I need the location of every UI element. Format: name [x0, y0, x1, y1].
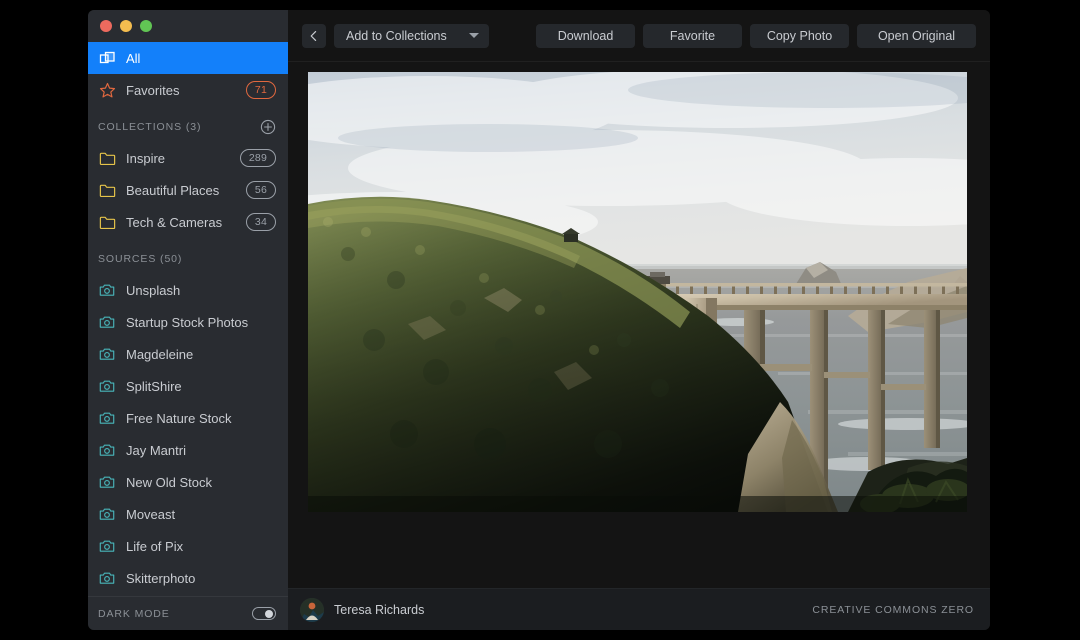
favorite-button[interactable]: Favorite [643, 23, 742, 48]
folder-icon [98, 181, 116, 199]
open-original-button[interactable]: Open Original [857, 23, 976, 48]
main-panel: Add to Collections Download Favorite Cop… [288, 10, 990, 630]
sidebar-item-label: Beautiful Places [126, 182, 220, 198]
sidebar-item-startup-stock-photos[interactable]: Startup Stock Photos [88, 306, 288, 338]
photo-stage [288, 62, 990, 588]
sidebar-item-label: Magdeleine [126, 346, 194, 362]
close-window-button[interactable] [100, 20, 112, 32]
sidebar-item-magdeleine[interactable]: Magdeleine [88, 338, 288, 370]
photo-viewer[interactable] [308, 72, 967, 512]
collections-section-header: COLLECTIONS (3) [88, 112, 288, 142]
sidebar-item-label: New Old Stock [126, 474, 212, 490]
camera-icon [98, 569, 116, 587]
sidebar-item-label: Life of Pix [126, 538, 184, 554]
toggle-knob [265, 609, 273, 618]
sidebar-item-free-nature-stock[interactable]: Free Nature Stock [88, 402, 288, 434]
sidebar-item-inspire[interactable]: Inspire 289 [88, 142, 288, 174]
download-button[interactable]: Download [536, 23, 635, 48]
toolbar: Add to Collections Download Favorite Cop… [288, 10, 990, 62]
sidebar-item-beautiful-places[interactable]: Beautiful Places 56 [88, 174, 288, 206]
star-icon [98, 81, 116, 99]
sidebar-item-label: Skitterphoto [126, 570, 196, 586]
camera-icon [98, 505, 116, 523]
camera-icon [98, 377, 116, 395]
sidebar-item-life-of-pix[interactable]: Life of Pix [88, 530, 288, 562]
sidebar-item-all[interactable]: All [88, 42, 288, 74]
photo-license-label: CREATIVE COMMONS ZERO [812, 603, 974, 616]
camera-icon [98, 345, 116, 363]
minimize-window-button[interactable] [120, 20, 132, 32]
sidebar-item-splitshire[interactable]: SplitShire [88, 370, 288, 402]
sidebar-item-tech-and-cameras[interactable]: Tech & Cameras 34 [88, 206, 288, 238]
camera-icon [98, 281, 116, 299]
folder-icon [98, 213, 116, 231]
camera-icon [98, 473, 116, 491]
folder-icon [98, 149, 116, 167]
camera-icon [98, 537, 116, 555]
collection-count-badge: 289 [239, 148, 276, 168]
dark-mode-footer: DARK MODE [88, 596, 288, 630]
sidebar-item-label: Startup Stock Photos [126, 314, 249, 330]
sidebar-item-label: Unsplash [126, 282, 181, 298]
sidebar-item-label: All [126, 50, 141, 66]
camera-icon [98, 409, 116, 427]
sidebar-item-label: Jay Mantri [126, 442, 186, 458]
dark-mode-label: DARK MODE [98, 607, 170, 620]
photo-author-name: Teresa Richards [334, 602, 425, 617]
sidebar-item-label: Free Nature Stock [126, 410, 232, 426]
collection-count-badge: 34 [245, 212, 276, 232]
sidebar-item-favorites[interactable]: Favorites 71 [88, 74, 288, 106]
back-button[interactable] [302, 23, 326, 48]
coastal-bridge-photograph [308, 72, 967, 512]
app-window: All Favorites 71 COLLECTIONS (3) Inspire… [88, 10, 990, 630]
stack-icon [98, 49, 116, 67]
sidebar-item-unsplash[interactable]: Unsplash [88, 274, 288, 306]
sidebar-scroll-area[interactable]: All Favorites 71 COLLECTIONS (3) Inspire… [88, 42, 288, 596]
avatar[interactable] [300, 597, 324, 622]
sidebar-item-label: Inspire [126, 150, 166, 166]
sources-section-header: SOURCES (50) [88, 244, 288, 274]
sidebar-item-jay-mantri[interactable]: Jay Mantri [88, 434, 288, 466]
chevron-left-icon [308, 30, 320, 42]
add-to-collections-label: Add to Collections [346, 28, 447, 43]
dark-mode-toggle[interactable] [252, 607, 276, 620]
favorites-count-badge: 71 [245, 80, 276, 100]
camera-icon [98, 313, 116, 331]
status-bar: Teresa Richards CREATIVE COMMONS ZERO [288, 588, 990, 630]
camera-icon [98, 441, 116, 459]
add-to-collections-dropdown[interactable]: Add to Collections [334, 23, 489, 48]
window-titlebar [88, 10, 288, 42]
sidebar-item-label: SplitShire [126, 378, 182, 394]
sources-header-label: SOURCES (50) [98, 253, 183, 265]
collections-header-label: COLLECTIONS (3) [98, 121, 202, 133]
plus-circle-icon[interactable] [260, 119, 276, 135]
sidebar-item-new-old-stock[interactable]: New Old Stock [88, 466, 288, 498]
sidebar-item-label: Tech & Cameras [126, 214, 223, 230]
collection-count-badge: 56 [245, 180, 276, 200]
caret-down-icon [469, 33, 479, 38]
sidebar-item-moveast[interactable]: Moveast [88, 498, 288, 530]
sidebar: All Favorites 71 COLLECTIONS (3) Inspire… [88, 10, 288, 630]
sidebar-item-label: Favorites [126, 82, 180, 98]
sidebar-item-label: Moveast [126, 506, 176, 522]
copy-photo-button[interactable]: Copy Photo [750, 23, 849, 48]
sidebar-item-skitterphoto[interactable]: Skitterphoto [88, 562, 288, 594]
zoom-window-button[interactable] [140, 20, 152, 32]
